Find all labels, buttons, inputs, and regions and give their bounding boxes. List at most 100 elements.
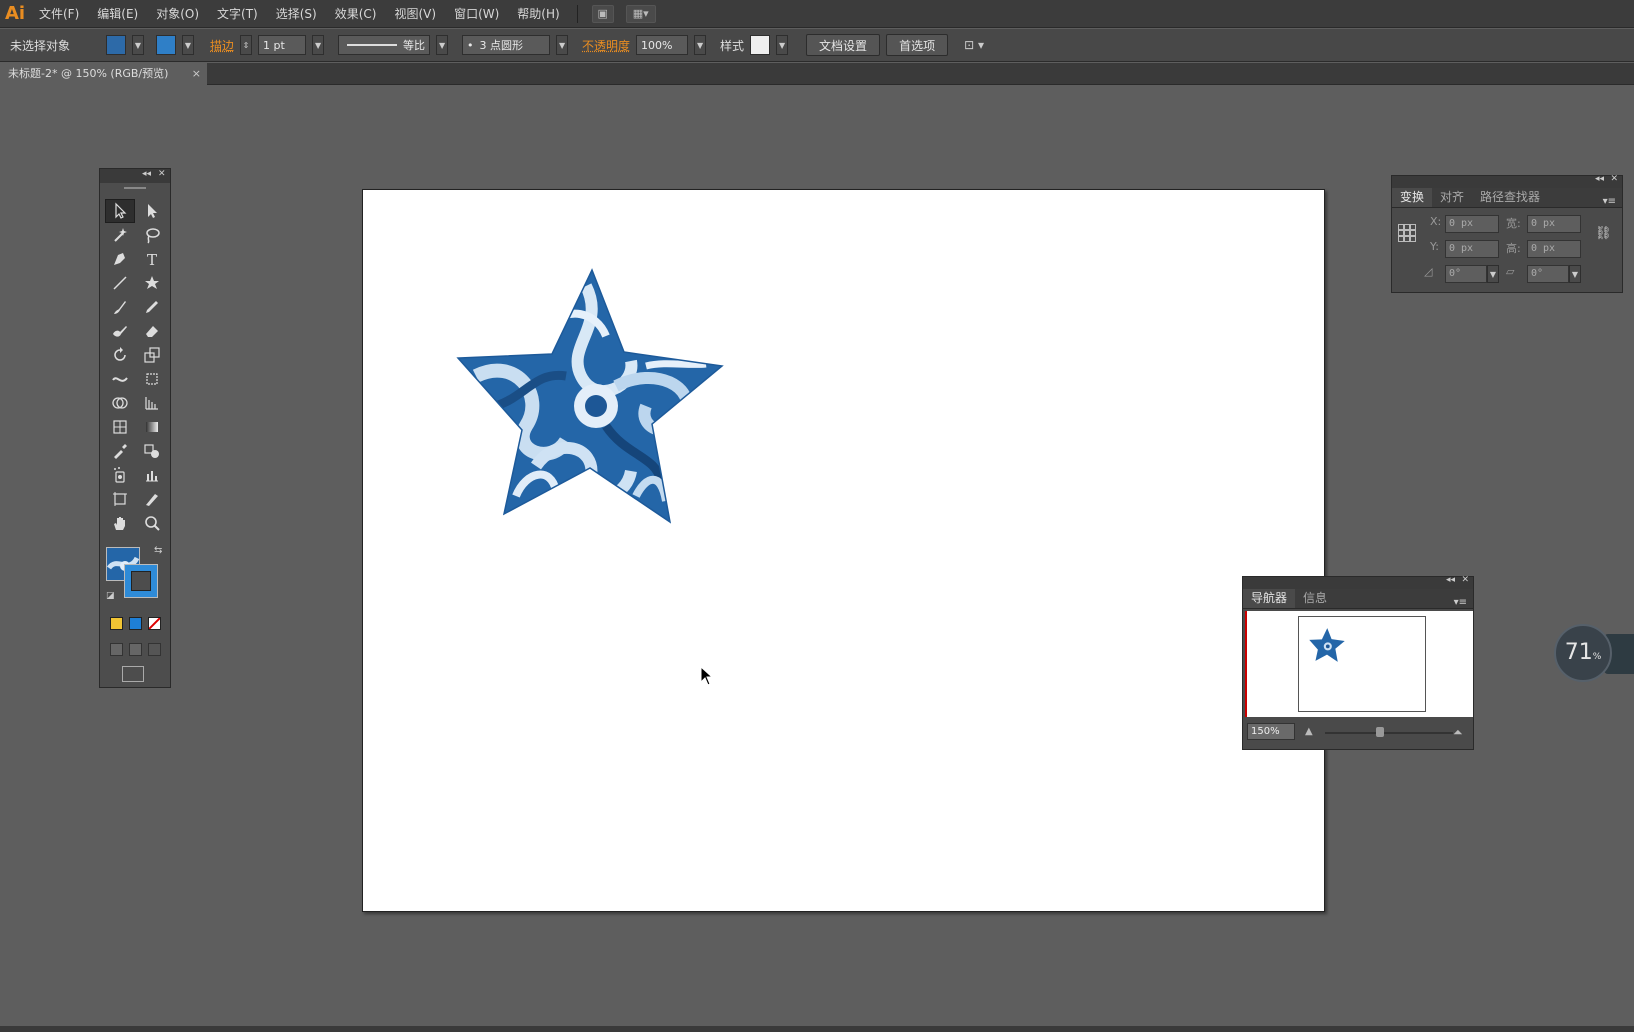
- direct-selection-tool-icon[interactable]: [137, 199, 167, 223]
- fill-swatch[interactable]: [106, 35, 126, 55]
- height-field[interactable]: 0 px: [1527, 240, 1581, 258]
- column-graph-tool-icon[interactable]: [137, 463, 167, 487]
- navigator-preview[interactable]: [1245, 611, 1473, 717]
- star-pattern-artwork[interactable]: [456, 266, 724, 526]
- stroke-weight-input[interactable]: 1 pt: [258, 35, 307, 55]
- transform-panel-header[interactable]: ◂◂ ✕: [1392, 174, 1622, 188]
- zoom-slider-thumb[interactable]: [1376, 727, 1384, 737]
- menu-type[interactable]: 文字(T): [208, 0, 267, 28]
- fill-dropdown[interactable]: ▼: [132, 35, 144, 55]
- close-icon[interactable]: ✕: [158, 169, 166, 179]
- slice-tool-icon[interactable]: [137, 487, 167, 511]
- menu-view[interactable]: 视图(V): [385, 0, 445, 28]
- draw-behind-icon[interactable]: [129, 643, 142, 656]
- scale-tool-icon[interactable]: [137, 343, 167, 367]
- panel-grip[interactable]: [124, 187, 146, 189]
- brush-dropdown[interactable]: ▼: [556, 35, 569, 55]
- rotate-tool-icon[interactable]: [105, 343, 135, 367]
- stroke-weight-dropdown[interactable]: ▼: [312, 35, 325, 55]
- document-tab[interactable]: 未标题-2* @ 150% (RGB/预览) ×: [0, 63, 207, 85]
- color-mode-icon[interactable]: [110, 617, 123, 630]
- x-field[interactable]: 0 px: [1445, 215, 1499, 233]
- variable-width-profile[interactable]: 等比: [338, 35, 431, 55]
- free-transform-tool-icon[interactable]: [137, 367, 167, 391]
- menu-effect[interactable]: 效果(C): [326, 0, 386, 28]
- eraser-tool-icon[interactable]: [137, 319, 167, 343]
- symbol-sprayer-tool-icon[interactable]: [105, 463, 135, 487]
- collapse-icon[interactable]: ◂◂: [142, 169, 151, 179]
- tools-panel-header[interactable]: ◂◂ ✕: [100, 169, 170, 183]
- pen-tool-icon[interactable]: [105, 247, 135, 271]
- type-tool-icon[interactable]: T: [137, 247, 167, 271]
- menu-select[interactable]: 选择(S): [267, 0, 326, 28]
- rotate-dropdown[interactable]: ▼: [1487, 265, 1499, 283]
- stroke-label[interactable]: 描边: [210, 37, 234, 54]
- menu-window[interactable]: 窗口(W): [445, 0, 508, 28]
- pencil-tool-icon[interactable]: [137, 295, 167, 319]
- stroke-dropdown[interactable]: ▼: [182, 35, 194, 55]
- style-dropdown[interactable]: ▼: [776, 35, 789, 55]
- stroke-weight-stepper[interactable]: ⇕: [240, 35, 253, 55]
- collapse-icon[interactable]: ◂◂: [1595, 174, 1604, 184]
- zoom-tool-icon[interactable]: [137, 511, 167, 535]
- paintbrush-tool-icon[interactable]: [105, 295, 135, 319]
- perspective-grid-tool-icon[interactable]: [137, 391, 167, 415]
- swap-colors-icon[interactable]: ⇆: [154, 545, 162, 556]
- menu-object[interactable]: 对象(O): [147, 0, 208, 28]
- zoom-out-icon[interactable]: ▲: [1305, 726, 1313, 737]
- opacity-input[interactable]: 100%: [636, 35, 689, 55]
- shear-dropdown[interactable]: ▼: [1569, 265, 1581, 283]
- eyedropper-tool-icon[interactable]: [105, 439, 135, 463]
- navigator-view-frame[interactable]: [1298, 616, 1426, 712]
- opacity-label[interactable]: 不透明度: [582, 37, 630, 54]
- stroke-color-swatch[interactable]: [124, 564, 158, 598]
- constrain-proportions-icon[interactable]: ⛓: [1595, 226, 1612, 241]
- shear-field[interactable]: 0°: [1527, 265, 1569, 283]
- menu-edit[interactable]: 编辑(E): [88, 0, 147, 28]
- gradient-mode-icon[interactable]: [129, 617, 142, 630]
- close-icon[interactable]: ✕: [1610, 174, 1618, 184]
- tab-info[interactable]: 信息: [1295, 589, 1335, 608]
- draw-inside-icon[interactable]: [148, 643, 161, 656]
- screen-mode-icon[interactable]: [122, 666, 144, 682]
- tab-align[interactable]: 对齐: [1432, 188, 1472, 207]
- default-colors-icon[interactable]: ◪: [106, 591, 115, 601]
- bridge-icon[interactable]: ▣: [591, 4, 614, 23]
- reference-point-icon[interactable]: [1398, 224, 1416, 242]
- blend-tool-icon[interactable]: [137, 439, 167, 463]
- zoom-in-icon[interactable]: ⏶: [1453, 725, 1463, 740]
- shape-builder-tool-icon[interactable]: [105, 391, 135, 415]
- brush-definition[interactable]: • 3 点圆形: [462, 35, 551, 55]
- style-swatch[interactable]: [750, 35, 771, 55]
- line-segment-tool-icon[interactable]: [105, 271, 135, 295]
- opacity-dropdown[interactable]: ▼: [694, 35, 707, 55]
- tab-navigator[interactable]: 导航器: [1243, 589, 1296, 608]
- preferences-button[interactable]: 首选项: [886, 34, 949, 56]
- selection-tool-icon[interactable]: [105, 199, 135, 223]
- zoom-slider-track[interactable]: [1325, 732, 1453, 734]
- stroke-swatch[interactable]: [156, 35, 176, 55]
- panel-menu-icon[interactable]: ▾≡: [1603, 196, 1622, 207]
- panel-menu-icon[interactable]: ▾≡: [1454, 597, 1473, 608]
- navigator-panel-header[interactable]: ◂◂ ✕: [1243, 575, 1473, 589]
- rotate-field[interactable]: 0°: [1445, 265, 1487, 283]
- menu-help[interactable]: 帮助(H): [508, 0, 568, 28]
- panel-menu-icon[interactable]: ⊡ ▾: [964, 38, 984, 52]
- hand-tool-icon[interactable]: [105, 511, 135, 535]
- navigator-zoom-field[interactable]: 150%: [1247, 723, 1295, 740]
- performance-gauge[interactable]: 71%: [1554, 624, 1612, 682]
- tab-transform[interactable]: 变换: [1392, 188, 1433, 207]
- menu-file[interactable]: 文件(F): [30, 0, 88, 28]
- star-tool-icon[interactable]: [137, 271, 167, 295]
- profile-dropdown[interactable]: ▼: [436, 35, 449, 55]
- workspace-arrange-icon[interactable]: ▦▾: [625, 4, 656, 23]
- width-tool-icon[interactable]: [105, 367, 135, 391]
- blob-brush-tool-icon[interactable]: [105, 319, 135, 343]
- tab-pathfinder[interactable]: 路径查找器: [1472, 188, 1548, 207]
- artboard-tool-icon[interactable]: [105, 487, 135, 511]
- draw-normal-icon[interactable]: [110, 643, 123, 656]
- close-icon[interactable]: ✕: [1461, 575, 1469, 585]
- y-field[interactable]: 0 px: [1445, 240, 1499, 258]
- lasso-tool-icon[interactable]: [137, 223, 167, 247]
- document-setup-button[interactable]: 文档设置: [806, 34, 881, 56]
